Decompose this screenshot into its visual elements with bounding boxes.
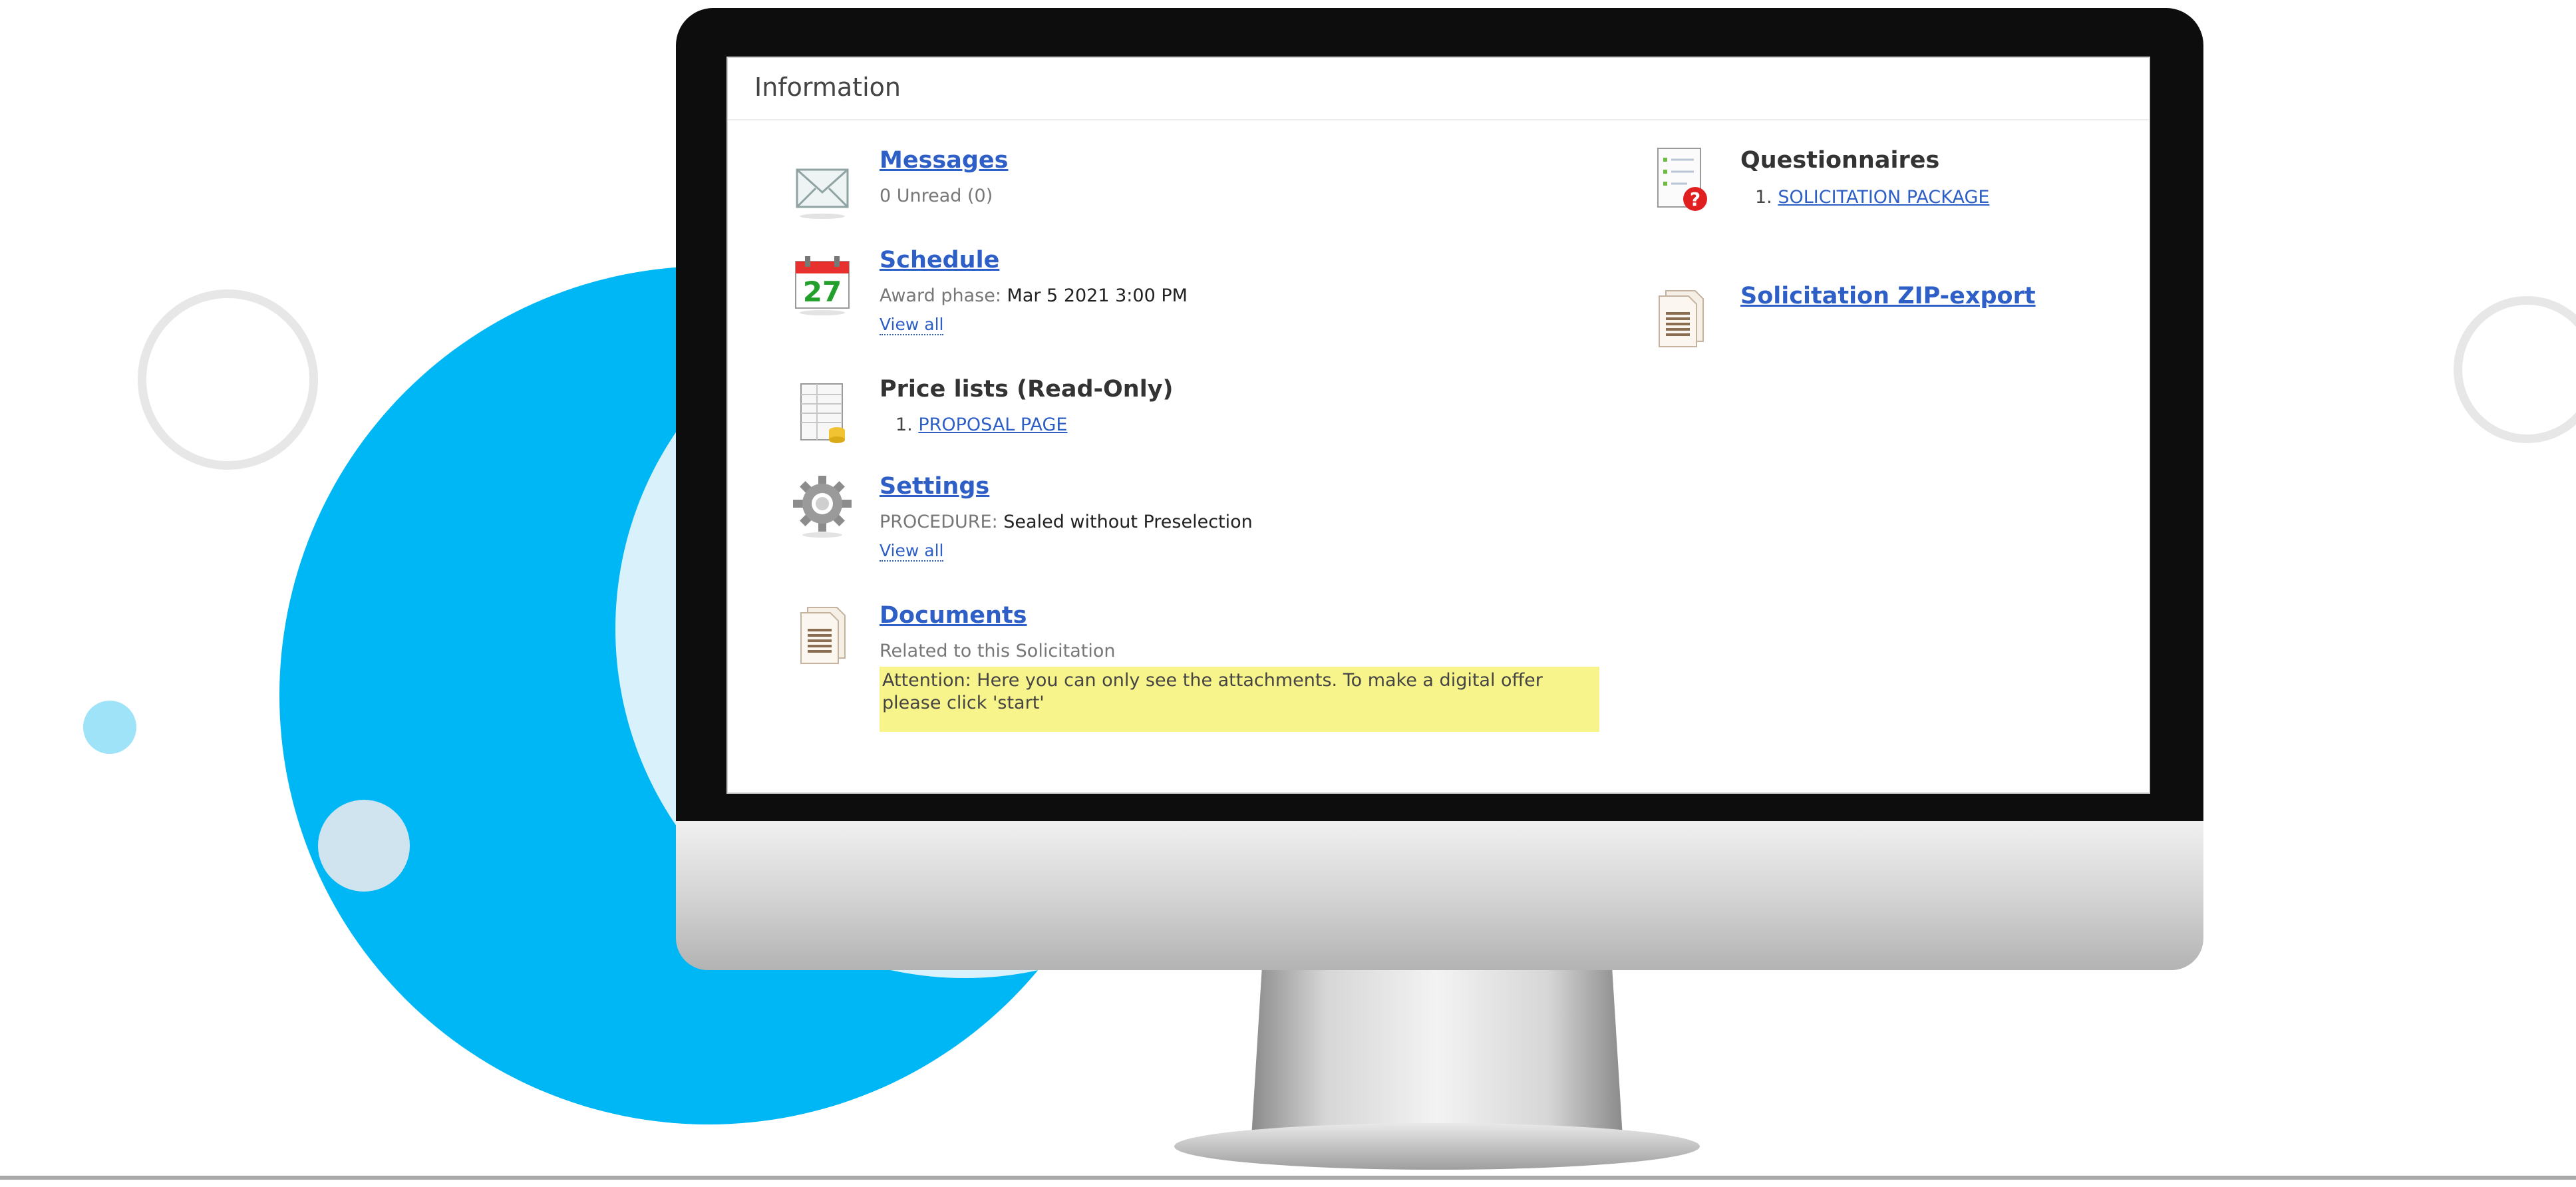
- monitor-stand-base: [1174, 1123, 1700, 1170]
- price-lists-title: Price lists (Read-Only): [880, 376, 1174, 403]
- floor-line: [0, 1176, 2576, 1180]
- background-ring-right: [2454, 296, 2576, 443]
- messages-unread: 0 Unread (0): [880, 186, 993, 206]
- background-ring-left: [138, 289, 318, 470]
- attention-notice: Attention: Here you can only see the att…: [880, 667, 1599, 732]
- zip-export-link[interactable]: Solicitation ZIP-export: [1740, 283, 2036, 309]
- documents-link[interactable]: Documents: [880, 602, 1027, 629]
- schedule-link[interactable]: Schedule: [880, 247, 999, 273]
- gear-icon: [789, 472, 856, 538]
- panel-header: Information: [728, 58, 2149, 120]
- schedule-award-phase: Award phase: Mar 5 2021 3:00 PM: [880, 285, 1188, 306]
- questionnaire-item-number: 1.: [1755, 187, 1772, 208]
- settings-procedure: PROCEDURE: Sealed without Preselection: [880, 512, 1253, 532]
- panel-title: Information: [754, 73, 901, 102]
- svg-text:?: ?: [1690, 188, 1700, 210]
- envelope-icon: [789, 156, 856, 223]
- monitor-stand-neck: [1251, 968, 1623, 1148]
- zip-document-icon: [1647, 285, 1714, 352]
- background-dot-medium: [318, 800, 410, 892]
- price-list-item-number: 1.: [895, 415, 913, 435]
- settings-view-all-link[interactable]: View all: [880, 541, 944, 562]
- calendar-day: 27: [803, 275, 842, 308]
- monitor-chin: [676, 816, 2203, 970]
- price-list-icon: [789, 379, 856, 445]
- background-dot-small: [83, 701, 136, 754]
- procedure-label: PROCEDURE:: [880, 512, 998, 532]
- calendar-icon: 27: [789, 250, 856, 316]
- questionnaire-icon: ?: [1647, 144, 1714, 211]
- award-phase-label: Award phase:: [880, 285, 1001, 306]
- solicitation-package-link[interactable]: SOLICITATION PACKAGE: [1778, 187, 1989, 208]
- schedule-view-all-link[interactable]: View all: [880, 315, 944, 335]
- information-panel: Information Messages 0 Unread (0) 27 Sch…: [726, 57, 2150, 794]
- procedure-value: Sealed without Preselection: [1003, 512, 1253, 532]
- questionnaires-title: Questionnaires: [1740, 147, 1940, 174]
- award-phase-value: Mar 5 2021 3:00 PM: [1007, 285, 1188, 306]
- document-icon: [789, 602, 856, 669]
- proposal-page-link[interactable]: PROPOSAL PAGE: [918, 415, 1067, 435]
- documents-subtitle: Related to this Solicitation: [880, 641, 1116, 661]
- questionnaire-item: 1. SOLICITATION PACKAGE: [1755, 187, 1989, 208]
- price-list-item: 1. PROPOSAL PAGE: [895, 415, 1067, 435]
- settings-link[interactable]: Settings: [880, 473, 989, 500]
- messages-link[interactable]: Messages: [880, 147, 1008, 174]
